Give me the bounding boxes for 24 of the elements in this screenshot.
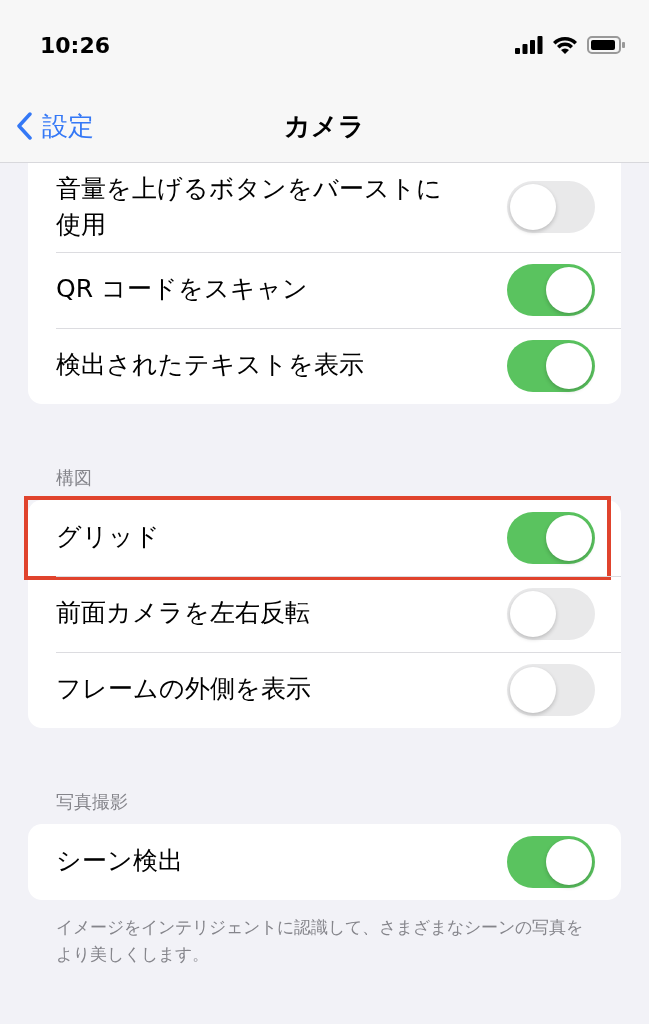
toggle-switch[interactable] [507,181,595,234]
toggle-switch[interactable] [507,511,595,564]
setting-label: グリッド [56,521,160,554]
section-footer: イメージをインテリジェントに認識して、さまざまなシーンの写真をより美しくします。 [28,899,621,968]
toggle-switch[interactable] [507,263,595,316]
battery-icon [587,36,625,54]
setting-label: 音量を上げるボタンをバーストに使用 [56,173,443,242]
setting-label: フレームの外側を表示 [56,673,311,706]
toggle-switch[interactable] [507,663,595,716]
setting-label: QR コードをスキャン [56,273,308,306]
back-button[interactable]: 設定 [0,108,94,144]
signal-icon [515,36,543,54]
status-time: 10:26 [40,32,111,58]
toggle-switch[interactable] [507,835,595,888]
page-title: カメラ [284,109,365,143]
setting-label: 前面カメラを左右反転 [56,597,310,630]
setting-label: シーン検出 [56,845,183,878]
toggle-switch[interactable] [507,339,595,392]
setting-label: 検出されたテキストを表示 [56,349,364,382]
chevron-left-icon [16,112,32,140]
section-header: 写真撮影 [55,789,129,814]
wifi-icon [553,36,577,54]
toggle-switch[interactable] [507,587,595,640]
section-header: 構図 [55,465,93,490]
